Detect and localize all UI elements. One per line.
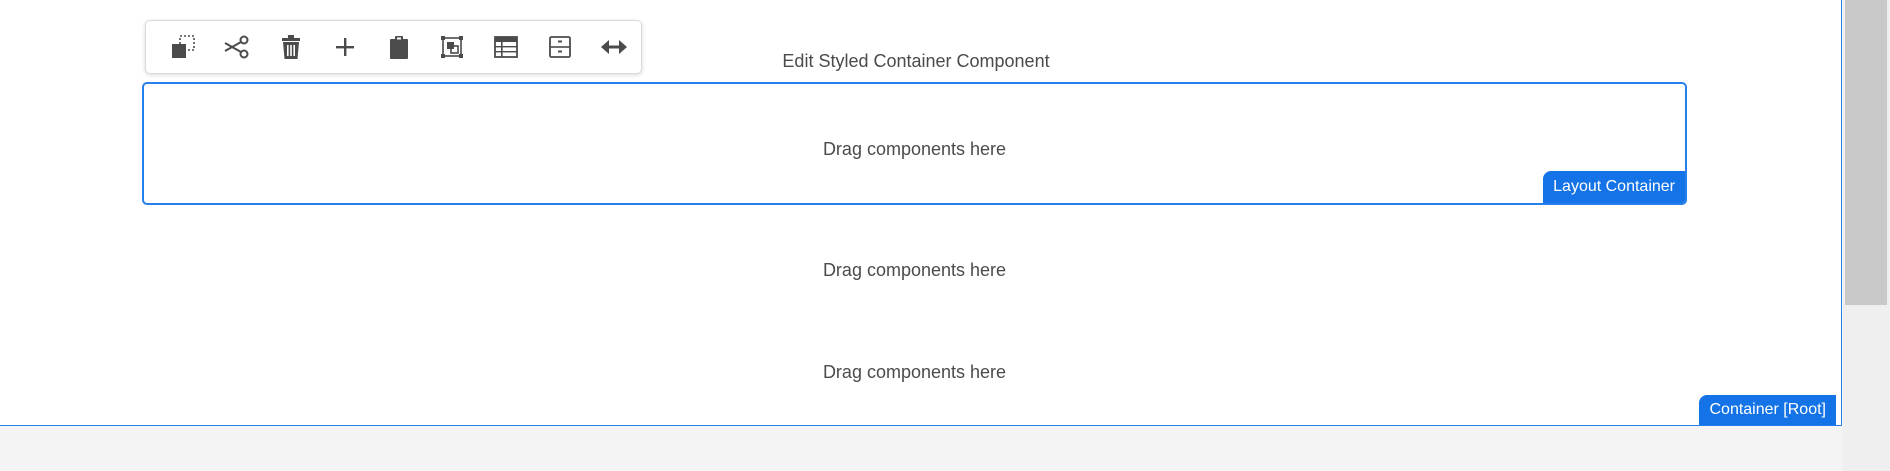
table-icon [494,36,519,58]
copy-icon [171,35,195,58]
paste-button[interactable] [372,23,426,71]
properties-button[interactable] [479,23,533,71]
policy-button[interactable] [533,23,587,71]
delete-button[interactable] [264,23,318,71]
component-toolbar [145,20,642,74]
clipboard-icon [389,36,408,59]
drag-components-placeholder[interactable]: Drag components here [144,139,1685,160]
plus-icon [335,38,354,56]
vertical-scrollbar[interactable] [1843,0,1890,471]
drop-zone-placeholder[interactable]: Drag components here [142,362,1687,383]
drop-zone-placeholder[interactable]: Drag components here [142,260,1687,281]
layout-button[interactable] [587,23,641,71]
layout-container-badge[interactable]: Layout Container [1543,171,1685,203]
cut-button[interactable] [210,23,264,71]
horizontal-resize-icon [601,40,628,54]
group-button[interactable] [425,23,479,71]
group-icon [441,36,464,58]
scrollbar-thumb[interactable] [1845,0,1887,305]
root-container-badge[interactable]: Container [Root] [1699,395,1836,425]
layout-container[interactable]: Drag components here Layout Container [142,82,1687,205]
drawer-icon [549,36,572,58]
scissors-icon [224,35,249,59]
trash-icon [281,35,300,59]
copy-button[interactable] [156,23,210,71]
insert-button[interactable] [318,23,372,71]
